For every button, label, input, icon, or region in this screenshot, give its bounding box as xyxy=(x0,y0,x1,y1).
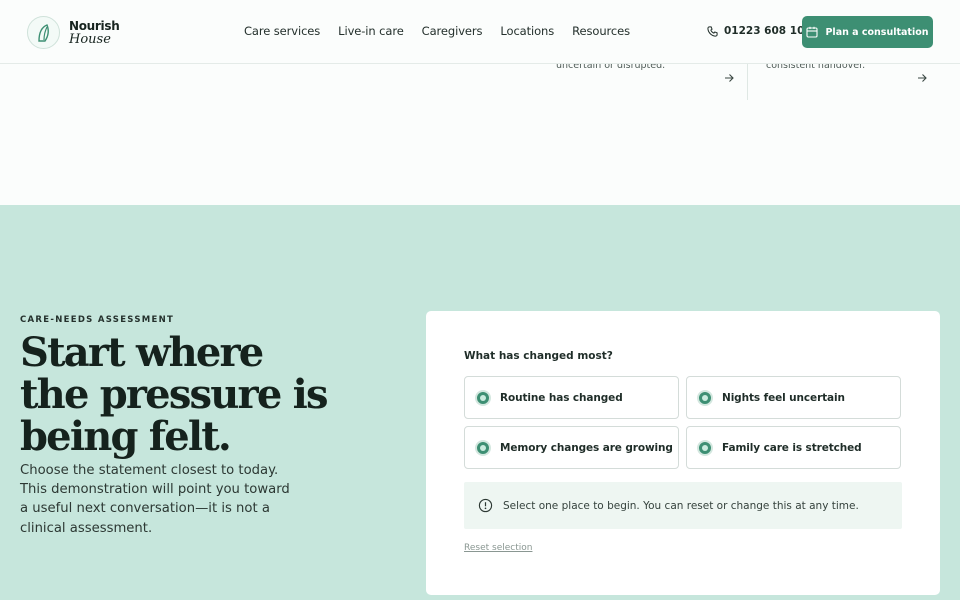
info-icon xyxy=(478,498,493,513)
radio-icon xyxy=(475,439,491,456)
calendar-icon xyxy=(806,26,819,38)
info-text: Select one place to begin. You can reset… xyxy=(503,499,859,512)
brand-name-line2: House xyxy=(69,31,111,47)
arrow-right-icon[interactable] xyxy=(723,72,735,84)
nav-care-services[interactable]: Care services xyxy=(244,24,320,38)
option-label: Routine has changed xyxy=(500,391,623,404)
main-nav: Care services Live-in care Caregivers Lo… xyxy=(244,24,648,38)
nav-live-in-care[interactable]: Live-in care xyxy=(338,24,404,38)
phone-number: 01223 608 102 xyxy=(724,25,812,37)
option-label: Family care is stretched xyxy=(722,441,862,454)
option-label: Memory changes are growing xyxy=(500,441,673,454)
option-routine-changed[interactable]: Routine has changed xyxy=(464,376,679,419)
assessment-card: What has changed most? Routine has chang… xyxy=(426,311,940,595)
question-label: What has changed most? xyxy=(464,350,613,362)
phone-icon xyxy=(707,25,718,37)
brand-name-line1: Nourish xyxy=(69,18,120,33)
card-divider xyxy=(747,64,748,100)
radio-icon xyxy=(697,439,713,456)
plan-consultation-button[interactable]: Plan a consultation xyxy=(802,16,933,48)
nav-locations[interactable]: Locations xyxy=(500,24,554,38)
section-lede: Choose the statement closest to today. T… xyxy=(20,463,290,536)
radio-icon xyxy=(697,389,713,406)
brand-logo[interactable]: Nourish House xyxy=(27,16,120,49)
phone-link[interactable]: 01223 608 102 xyxy=(707,25,812,37)
option-memory-changes[interactable]: Memory changes are growing xyxy=(464,426,679,469)
plan-consultation-label: Plan a consultation xyxy=(825,26,929,38)
info-message: Select one place to begin. You can reset… xyxy=(464,482,902,529)
nav-caregivers[interactable]: Caregivers xyxy=(422,24,483,38)
option-nights-uncertain[interactable]: Nights feel uncertain xyxy=(686,376,901,419)
section-eyebrow: CARE-NEEDS ASSESSMENT xyxy=(20,315,175,325)
radio-icon xyxy=(475,389,491,406)
site-header: Nourish House Care services Live-in care… xyxy=(0,0,960,64)
logo-leaf-icon xyxy=(27,16,60,49)
nav-resources[interactable]: Resources xyxy=(572,24,630,38)
section-title: Start where the pressure is being felt. xyxy=(20,329,329,460)
option-label: Nights feel uncertain xyxy=(722,391,845,404)
assessment-section: CARE-NEEDS ASSESSMENT Start where the pr… xyxy=(0,205,960,600)
reset-selection-link[interactable]: Reset selection xyxy=(464,543,532,553)
arrow-right-icon[interactable] xyxy=(916,72,928,84)
option-family-care-stretched[interactable]: Family care is stretched xyxy=(686,426,901,469)
